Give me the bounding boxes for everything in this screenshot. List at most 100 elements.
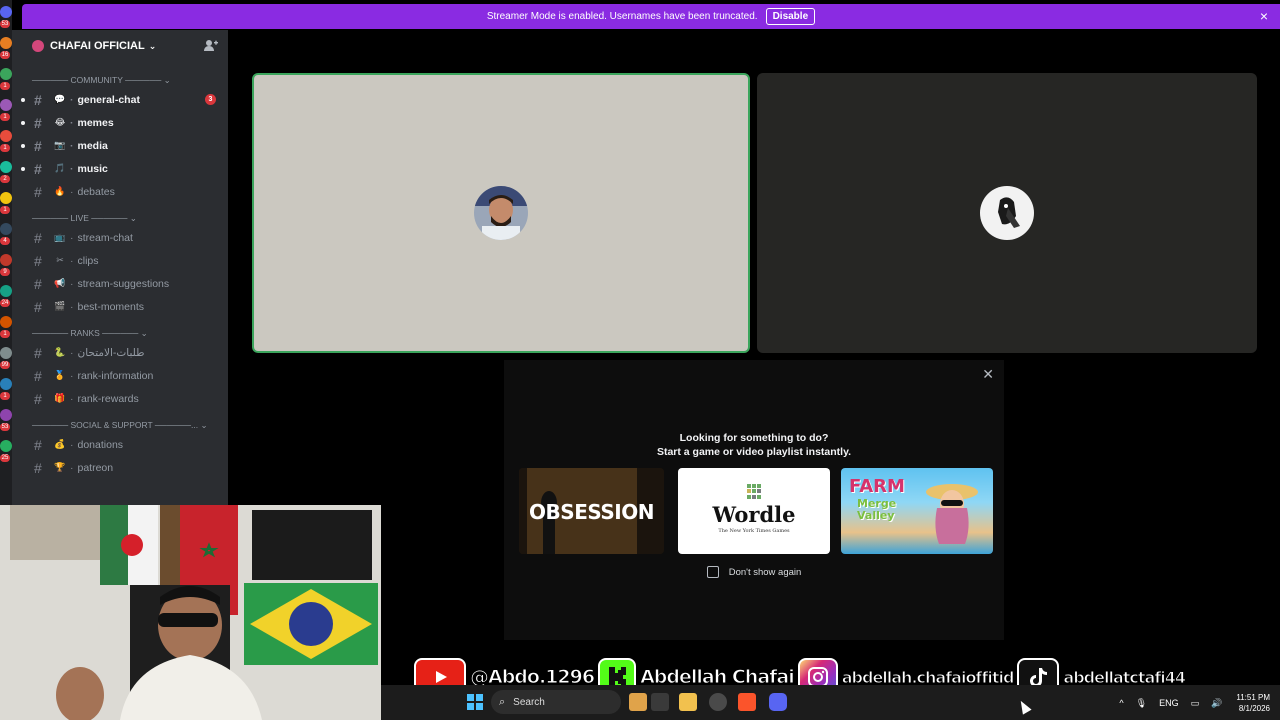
channel-item[interactable]: # 🎁 · rank-rewards — [12, 387, 228, 410]
channel-name: rank-information — [77, 369, 154, 382]
server-icon[interactable] — [0, 285, 12, 297]
channel-name: music — [77, 162, 108, 175]
hashtag-icon: # — [34, 137, 42, 154]
server-icon[interactable] — [0, 223, 12, 235]
channel-emoji: 💰 — [54, 439, 66, 449]
game-card-wordle[interactable]: Wordle The New York Times Games — [678, 468, 830, 554]
channel-emoji: 📢 — [54, 278, 66, 288]
channel-item[interactable]: # 😂 · memes — [12, 111, 228, 134]
server-mention-badge: 9 — [0, 268, 10, 276]
search-icon: ⌕ — [499, 695, 506, 708]
close-icon[interactable]: × — [1260, 8, 1268, 24]
chevron-up-icon[interactable]: ^ — [1119, 698, 1123, 708]
game-card-obsession[interactable]: OBSESSION — [519, 468, 664, 554]
server-icon[interactable] — [0, 161, 12, 173]
server-mention-badge: 16 — [0, 51, 10, 59]
windows-start-icon[interactable] — [467, 694, 483, 710]
taskbar-search-box[interactable]: ⌕ Search — [491, 690, 621, 714]
channel-name: patreon — [77, 461, 114, 474]
close-icon[interactable]: ✕ — [982, 366, 994, 383]
server-icon[interactable] — [0, 254, 12, 266]
streamer-mode-banner: Streamer Mode is enabled. Usernames have… — [22, 4, 1280, 29]
channel-item[interactable]: # 📢 · stream-suggestions — [12, 272, 228, 295]
disable-streamer-mode-button[interactable]: Disable — [765, 8, 816, 25]
server-mention-badge: 1 — [0, 144, 10, 152]
server-icon[interactable] — [0, 6, 12, 18]
participant-avatar — [980, 186, 1034, 240]
invite-people-icon[interactable] — [204, 39, 218, 55]
separator: · — [70, 93, 74, 106]
channel-item[interactable]: # 📺 · stream-chat — [12, 226, 228, 249]
tiktok-handle: abdellatctafi44 — [1063, 667, 1187, 687]
channel-name: general-chat — [77, 93, 140, 106]
brave-browser-icon[interactable] — [738, 693, 756, 711]
banner-message: Streamer Mode is enabled. Usernames have… — [486, 11, 758, 22]
server-icon[interactable] — [0, 99, 12, 111]
server-header[interactable]: CHAFAI OFFICIAL ⌄ — [12, 30, 228, 62]
server-icon[interactable] — [0, 130, 12, 142]
category-social-support[interactable]: ────── SOCIAL & SUPPORT ──────... ⌄ — [12, 417, 228, 433]
taskbar-task-view-icon[interactable] — [651, 693, 669, 711]
modal-heading: Looking for something to do? — [679, 432, 829, 444]
language-indicator[interactable]: ENG — [1159, 698, 1179, 708]
network-icon[interactable]: ▭ — [1191, 698, 1200, 709]
taskbar-app-icon[interactable] — [629, 693, 647, 711]
clock[interactable]: 11:51 PM 8/1/2026 — [1236, 692, 1270, 714]
channel-item[interactable]: # 🐍 · طلبات-الامتحان — [12, 341, 228, 364]
modal-subheading: Start a game or video playlist instantly… — [656, 446, 852, 458]
server-icon[interactable] — [0, 440, 12, 452]
discord-icon[interactable] — [769, 693, 787, 711]
channel-emoji: 🏆 — [54, 462, 66, 472]
activity-suggestion-modal: ✕ Looking for something to do? Start a g… — [504, 360, 1004, 640]
participant-tile-speaking[interactable] — [252, 73, 750, 353]
hashtag-icon: # — [34, 91, 42, 108]
hashtag-icon: # — [34, 344, 42, 361]
server-icon[interactable] — [0, 68, 12, 80]
channel-sidebar: CHAFAI OFFICIAL ⌄ ────── COMMUNITY ─────… — [12, 30, 228, 506]
channel-emoji: 📺 — [54, 232, 66, 242]
channel-item[interactable]: # 🎬 · best-moments — [12, 295, 228, 318]
microphone-icon[interactable]: 🎙 — [1136, 698, 1147, 709]
separator: · — [70, 277, 74, 290]
game-subtitle: Merge Valley — [857, 497, 897, 522]
channel-item[interactable]: # 🔥 · debates — [12, 180, 228, 203]
wordle-grid-icon — [747, 484, 762, 499]
channel-item[interactable]: # 💬 · general-chat 3 — [12, 88, 228, 111]
channel-item[interactable]: # 🏆 · patreon — [12, 456, 228, 479]
game-card-farm-merge-valley[interactable]: FARM Merge Valley — [841, 468, 993, 554]
unread-indicator — [21, 97, 25, 102]
participant-tile[interactable] — [757, 73, 1257, 353]
hashtag-icon: # — [34, 183, 42, 200]
hashtag-icon: # — [34, 229, 42, 246]
channel-item[interactable]: # 🎵 · music — [12, 157, 228, 180]
channel-emoji: 🎬 — [54, 301, 66, 311]
category-community[interactable]: ────── COMMUNITY ────── ⌄ — [12, 72, 228, 88]
channel-item[interactable]: # 💰 · donations — [12, 433, 228, 456]
separator: · — [70, 346, 74, 359]
server-icon[interactable] — [0, 378, 12, 390]
server-icon[interactable] — [0, 347, 12, 359]
volume-icon[interactable]: 🔊 — [1211, 698, 1222, 709]
channel-item[interactable]: # 🏅 · rank-information — [12, 364, 228, 387]
server-icon[interactable] — [0, 37, 12, 49]
hashtag-icon: # — [34, 459, 42, 476]
file-explorer-icon[interactable] — [679, 693, 697, 711]
channel-item[interactable]: # ✂ · clips — [12, 249, 228, 272]
server-icon[interactable] — [0, 316, 12, 328]
server-icon[interactable] — [0, 192, 12, 204]
category-live[interactable]: ────── LIVE ────── ⌄ — [12, 210, 228, 226]
separator: · — [70, 185, 74, 198]
separator: · — [70, 139, 74, 152]
channel-item[interactable]: # 📷 · media — [12, 134, 228, 157]
voice-stage: ✕ Looking for something to do? Start a g… — [228, 30, 1280, 685]
dont-show-again-checkbox[interactable] — [706, 566, 719, 578]
clock-time: 11:51 PM — [1236, 693, 1270, 702]
channel-name: stream-suggestions — [77, 277, 170, 290]
separator: · — [70, 300, 74, 313]
category-ranks[interactable]: ────── RANKS ────── ⌄ — [12, 325, 228, 341]
hashtag-icon: # — [34, 275, 42, 292]
taskbar-app-icon[interactable] — [709, 693, 727, 711]
server-icon[interactable] — [0, 409, 12, 421]
dont-show-again-label: Don't show again — [728, 566, 802, 578]
channel-emoji: 🔥 — [54, 186, 66, 196]
